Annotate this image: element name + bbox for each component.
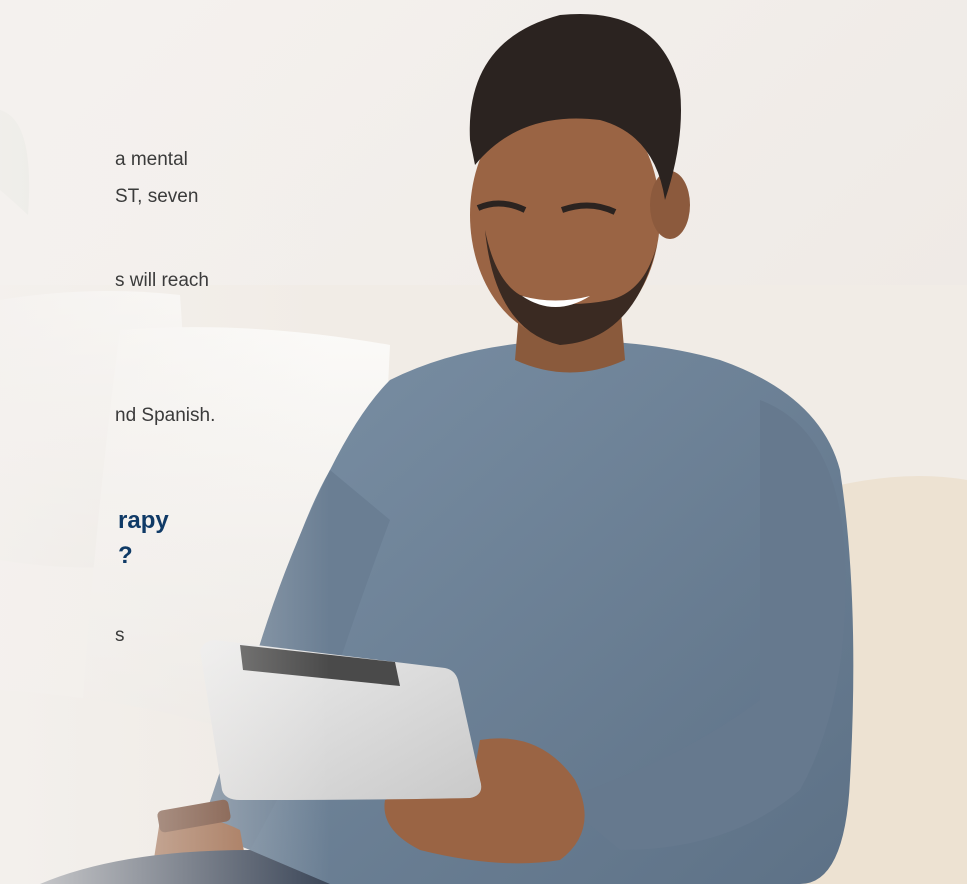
text-line-5: s: [115, 625, 125, 646]
text-line-2: ST, seven: [115, 186, 199, 207]
text-line-4: nd Spanish.: [115, 405, 216, 426]
section-heading-line-1: rapy: [118, 507, 169, 534]
text-line-1: a mental: [115, 149, 188, 170]
text-line-3: s will reach: [115, 270, 209, 291]
section-heading-line-2: ?: [118, 542, 133, 569]
article-text: a mental ST, seven s will reach nd Spani…: [0, 0, 300, 884]
